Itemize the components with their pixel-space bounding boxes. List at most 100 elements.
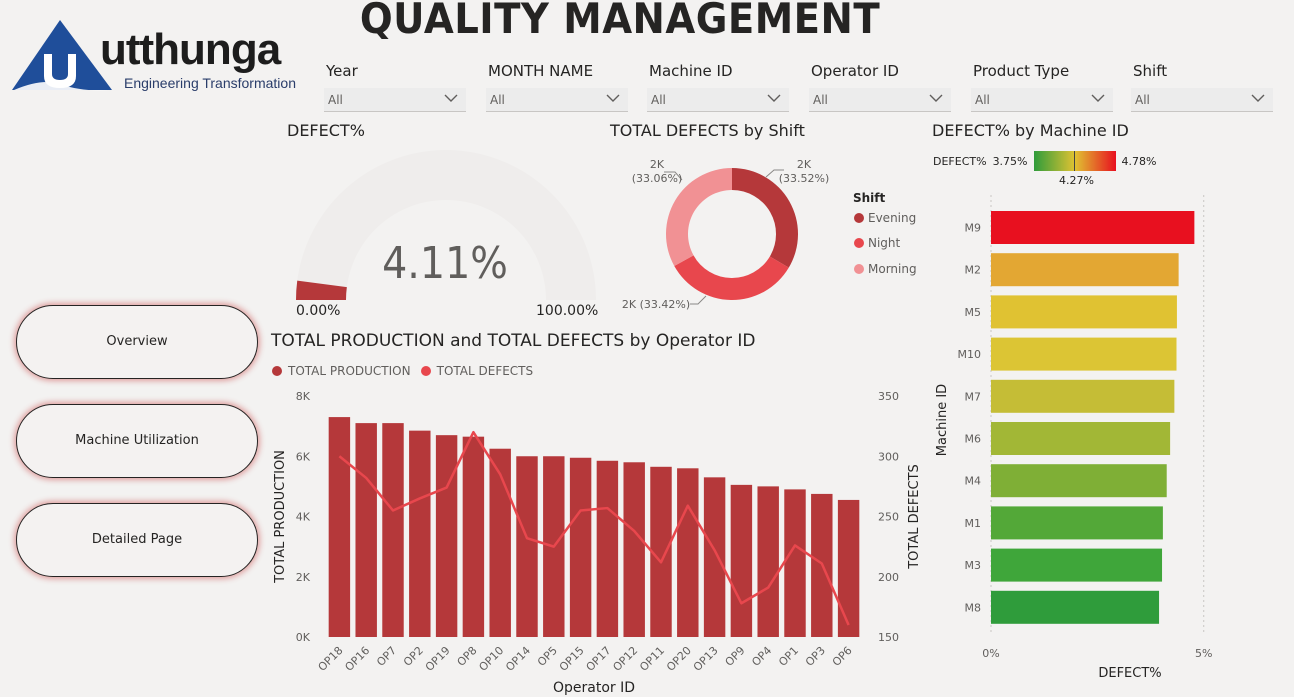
legend-label: TOTAL PRODUCTION: [288, 364, 411, 378]
production-bar-op2[interactable]: [409, 430, 431, 637]
y-right-tick-label: 300: [878, 450, 899, 463]
bar-m4[interactable]: [991, 464, 1167, 498]
bar-m1[interactable]: [991, 506, 1163, 540]
donut-label-value: 2K: [649, 158, 665, 171]
machine-chart-title: DEFECT% by Machine ID: [932, 121, 1129, 140]
legend-label: Evening: [868, 211, 917, 225]
gauge-min-label: 0.00%: [296, 303, 341, 319]
bar-m3[interactable]: [991, 548, 1163, 582]
donut-label-percent: (33.06%): [631, 172, 683, 185]
legend-dot: [854, 264, 864, 274]
y-right-axis-label: TOTAL DEFECTS: [907, 464, 922, 570]
overview-button[interactable]: Overview: [16, 305, 258, 379]
y-tick-label: M9: [965, 222, 982, 235]
color-scale-min: 3.75%: [992, 154, 1028, 168]
donut-label-value: 2K: [796, 158, 812, 171]
legend-dot: [854, 213, 864, 223]
legend-label: Morning: [868, 262, 917, 276]
x-axis-label: DEFECT%: [1098, 666, 1161, 681]
production-bar-op8[interactable]: [462, 436, 485, 637]
production-bar-op14[interactable]: [516, 456, 538, 637]
y-right-tick-label: 250: [878, 511, 899, 524]
donut-slice-night[interactable]: [674, 255, 789, 300]
slicer-value: All: [1135, 93, 1150, 107]
chevron-down-icon: [1091, 94, 1105, 102]
machine-utilization-button[interactable]: Machine Utilization: [16, 404, 258, 478]
chevron-down-icon: [606, 94, 620, 102]
y-tick-label: M8: [965, 601, 982, 614]
donut-label-evening: 2K (33.52%): [778, 158, 830, 186]
y-left-tick-label: 0K: [296, 631, 311, 644]
color-scale-max: 4.78%: [1121, 154, 1157, 168]
bar-m2[interactable]: [991, 253, 1179, 287]
y-right-tick-label: 350: [878, 390, 899, 403]
bar-m6[interactable]: [991, 422, 1171, 455]
production-bar-op15[interactable]: [569, 457, 592, 637]
production-bar-op20[interactable]: [677, 468, 699, 637]
company-logo: utthunga Engineering Transformation: [12, 18, 302, 98]
x-tick-label: 5%: [1195, 647, 1212, 660]
gauge-max-label: 100.00%: [536, 303, 599, 319]
x-tick-label: OP12: [610, 644, 640, 674]
combo-chart-legend: TOTAL PRODUCTION TOTAL DEFECTS: [272, 364, 533, 378]
legend-item-night[interactable]: Night: [854, 236, 900, 250]
donut-label-morning: 2K (33.06%): [630, 158, 684, 186]
production-bar-op18[interactable]: [328, 417, 351, 637]
donut-label-percent: (33.52%): [778, 172, 830, 185]
slicer-dropdown[interactable]: All: [647, 88, 789, 112]
production-bar-op19[interactable]: [435, 435, 458, 637]
bar-m8[interactable]: [991, 590, 1160, 624]
color-scale-label: DEFECT%: [933, 154, 987, 168]
chevron-down-icon: [444, 94, 458, 102]
slicer-label: Shift: [1133, 62, 1168, 80]
slicer-dropdown[interactable]: All: [809, 88, 951, 112]
y-tick-label: M3: [965, 559, 982, 572]
page-title: QUALITY MANAGEMENT: [359, 0, 881, 43]
production-bar-op12[interactable]: [623, 462, 645, 637]
production-bar-op13[interactable]: [703, 477, 726, 637]
chevron-down-icon: [767, 94, 781, 102]
slicer-dropdown[interactable]: All: [971, 88, 1113, 112]
x-tick-label: OP11: [637, 644, 667, 674]
color-scale-bar: [1033, 151, 1116, 171]
slicer-dropdown[interactable]: All: [1131, 88, 1273, 112]
slicer-month-name: MONTH NAME All: [486, 60, 628, 112]
production-bar-op1[interactable]: [784, 489, 806, 637]
logo-tagline: Engineering Transformation: [124, 75, 296, 91]
production-bar-op17[interactable]: [596, 460, 619, 637]
combo-chart-title: TOTAL PRODUCTION and TOTAL DEFECTS by Op…: [271, 331, 756, 351]
y-left-tick-label: 8K: [296, 390, 311, 403]
y-tick-label: M5: [965, 306, 982, 319]
x-axis-label: Operator ID: [553, 680, 635, 696]
detailed-page-button[interactable]: Detailed Page: [16, 503, 258, 577]
slicer-label: Year: [326, 62, 358, 80]
production-bar-op6[interactable]: [837, 499, 860, 637]
y-tick-label: M7: [965, 390, 982, 403]
production-bar-op4[interactable]: [757, 486, 779, 637]
y-right-tick-label: 200: [878, 571, 899, 584]
bar-m9[interactable]: [991, 211, 1195, 244]
legend-item-evening[interactable]: Evening: [854, 211, 916, 225]
bar-m7[interactable]: [991, 379, 1175, 413]
slicer-label: MONTH NAME: [488, 62, 594, 80]
production-bar-op16[interactable]: [355, 423, 377, 637]
x-tick-label: OP14: [503, 644, 533, 674]
production-bar-op7[interactable]: [382, 423, 404, 637]
slicer-value: All: [490, 93, 505, 107]
slicer-product-type: Product Type All: [971, 60, 1113, 112]
slicer-value: All: [813, 93, 828, 107]
x-tick-label: OP10: [476, 644, 506, 674]
legend-label: Night: [868, 236, 901, 250]
slicer-dropdown[interactable]: All: [486, 88, 628, 112]
legend-item-morning[interactable]: Morning: [854, 262, 917, 276]
production-bar-op9[interactable]: [730, 484, 753, 637]
bar-m10[interactable]: [991, 337, 1177, 371]
chevron-down-icon: [929, 94, 943, 102]
x-tick-label: OP20: [664, 644, 694, 674]
slicer-machine-id: Machine ID All: [647, 60, 789, 112]
slicer-dropdown[interactable]: All: [324, 88, 466, 112]
y-tick-label: M2: [965, 264, 982, 277]
y-tick-label: M6: [965, 433, 982, 446]
bar-m5[interactable]: [991, 295, 1177, 329]
gauge-value: 4.11%: [382, 238, 508, 289]
